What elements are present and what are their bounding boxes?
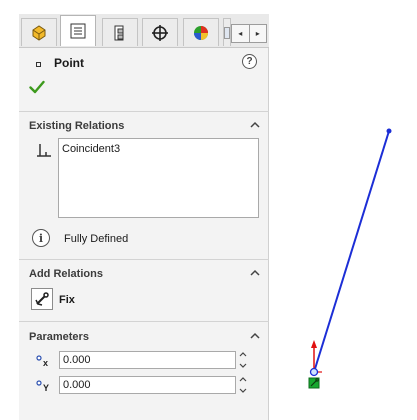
selected-point[interactable]: [309, 367, 319, 377]
graphics-area[interactable]: [0, 0, 417, 420]
sketch-line[interactable]: [313, 130, 390, 373]
fixed-relation-marker-icon: [308, 377, 320, 389]
sketch-endpoint[interactable]: [386, 128, 392, 134]
